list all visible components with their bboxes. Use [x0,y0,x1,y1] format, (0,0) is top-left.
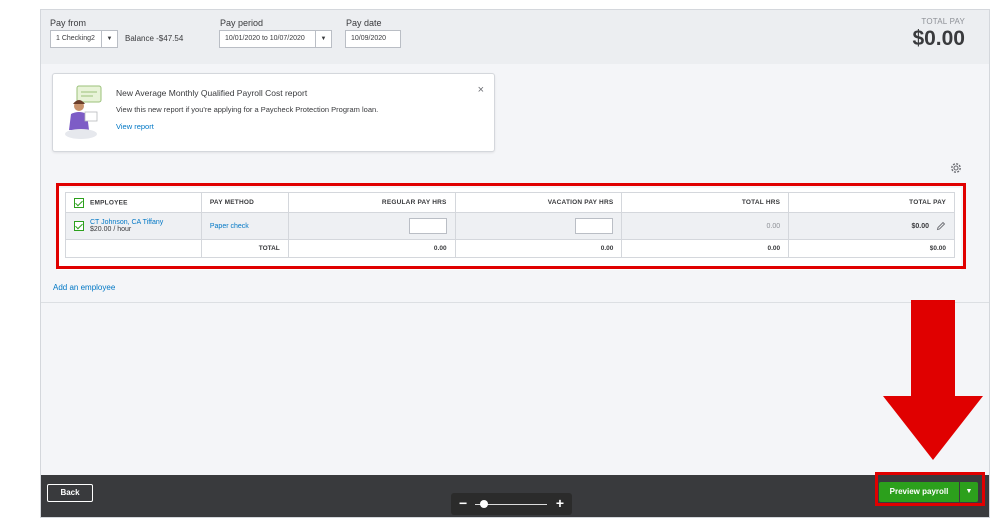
zoom-in-icon[interactable]: + [556,494,564,512]
promo-body: View this new report if you're applying … [116,105,379,114]
close-icon[interactable]: × [478,84,484,96]
pay-period-select[interactable]: 10/01/2020 to 10/07/2020 ▼ [219,30,332,48]
table-header-row: EMPLOYEE PAY METHOD REGULAR PAY HRS VACA… [65,192,955,213]
employee-checkbox[interactable] [74,221,84,231]
pay-period-label: Pay period [220,18,264,28]
zoom-slider-knob[interactable] [480,500,489,508]
pay-from-select[interactable]: 1 Checking2 ▼ [50,30,118,48]
chevron-down-icon: ▼ [315,31,331,47]
promo-card: New Average Monthly Qualified Payroll Co… [52,73,495,152]
payroll-header: Pay from 1 Checking2 ▼ Balance -$47.54 P… [41,10,989,64]
row-total-pay: $0.00 [911,222,930,230]
pay-date-value: 10/09/2020 [351,35,387,42]
pay-date-input[interactable]: 10/09/2020 [345,30,401,48]
select-all-checkbox[interactable] [74,197,84,208]
pencil-icon[interactable] [936,221,946,231]
pay-method-link[interactable]: Paper check [210,223,249,230]
pay-from-label: Pay from [50,18,87,28]
column-header-vacation-pay-hrs: VACATION PAY HRS [454,192,623,213]
add-employee-link[interactable]: Add an employee [53,283,115,292]
column-header-regular-pay-hrs: REGULAR PAY HRS [287,192,456,213]
payroll-window: Pay from 1 Checking2 ▼ Balance -$47.54 P… [40,9,990,518]
totals-empty-cell [65,239,202,258]
vacation-pay-hrs-input[interactable] [575,218,614,234]
table-row: CT Johnson, CA Tiffany $20.00 / hour Pap… [65,212,955,240]
report-illustration-icon [65,85,102,139]
chevron-down-icon: ▼ [101,31,117,47]
column-header-pay-method: PAY METHOD [200,192,289,213]
total-pay-cell: $0.00 [788,212,955,240]
promo-title: New Average Monthly Qualified Payroll Co… [116,88,308,98]
totals-vacation: 0.00 [454,239,623,258]
column-header-total-hrs: TOTAL HRS [621,192,790,213]
totals-total-hrs: 0.00 [621,239,790,258]
regular-pay-hrs-input[interactable] [408,218,447,234]
payroll-table: EMPLOYEE PAY METHOD REGULAR PAY HRS VACA… [65,192,955,258]
pay-from-value: 1 Checking2 [56,35,95,42]
employee-rate: $20.00 / hour [90,226,132,233]
column-header-employee: EMPLOYEE [65,192,202,213]
vacation-pay-hrs-cell [454,212,623,240]
preview-options-chevron-icon[interactable]: ▼ [960,482,978,502]
preview-payroll-button[interactable]: Preview payroll [879,482,959,502]
totals-regular: 0.00 [287,239,456,258]
back-button[interactable]: Back [47,484,93,502]
zoom-out-icon[interactable]: − [459,494,467,512]
pay-date-label: Pay date [346,18,382,28]
balance-text: Balance -$47.54 [125,34,184,43]
payroll-table-container: EMPLOYEE PAY METHOD REGULAR PAY HRS VACA… [57,188,961,270]
section-divider [41,302,989,303]
view-report-link[interactable]: View report [116,122,154,131]
totals-row: TOTAL 0.00 0.00 0.00 $0.00 [65,239,955,258]
gear-icon[interactable] [949,161,963,175]
totals-label: TOTAL [200,239,289,258]
regular-pay-hrs-cell [287,212,456,240]
column-header-total-pay: TOTAL PAY [788,192,955,213]
employee-cell: CT Johnson, CA Tiffany $20.00 / hour [65,212,202,240]
pay-method-cell: Paper check [200,212,289,240]
annotation-down-arrow-icon [883,300,983,460]
total-pay-label: TOTAL PAY [921,17,965,26]
zoom-control: − + [451,493,572,515]
pay-period-value: 10/01/2020 to 10/07/2020 [225,35,305,42]
total-pay-amount: $0.00 [912,27,965,50]
employee-name-link[interactable]: CT Johnson, CA Tiffany [90,219,163,226]
totals-total-pay: $0.00 [788,239,955,258]
total-hrs-cell: 0.00 [621,212,790,240]
employee-header-label: EMPLOYEE [90,199,128,207]
